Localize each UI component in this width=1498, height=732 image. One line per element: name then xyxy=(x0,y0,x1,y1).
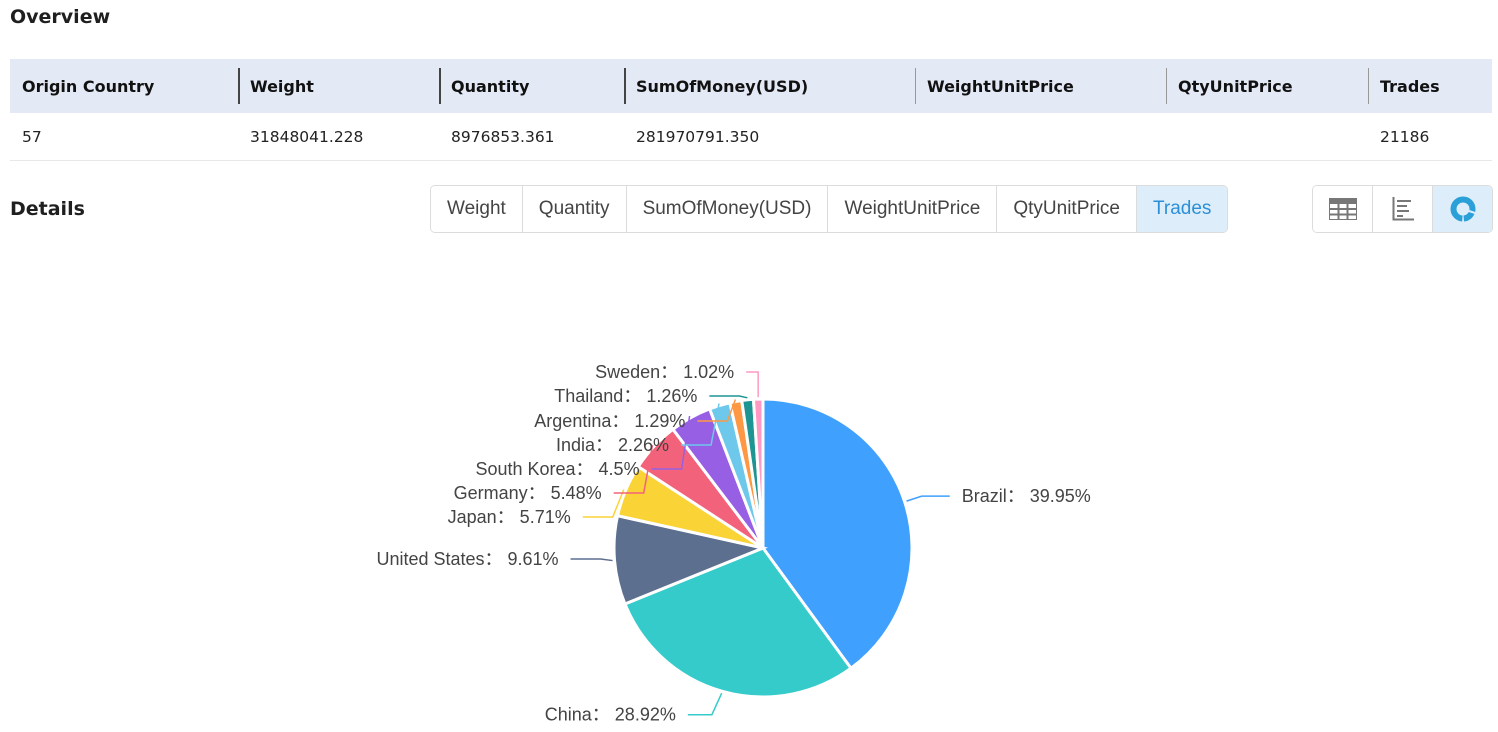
overview-title: Overview xyxy=(10,6,111,28)
pie-label-thailand: Thailand： 1.26% xyxy=(554,386,697,406)
view-tabs xyxy=(1312,185,1493,233)
pie-label-sweden: Sweden： 1.02% xyxy=(595,362,734,382)
cell-origin-country: 57 xyxy=(10,113,238,161)
pie-chart: Brazil： 39.95% China： 28.92% United States… xyxy=(376,362,1091,725)
tab-sum-of-money[interactable]: SumOfMoney(USD) xyxy=(626,186,829,232)
col-label: Origin Country xyxy=(22,76,155,96)
cell-qty-unit-price xyxy=(1166,113,1368,161)
pie-label-japan: Japan： 5.71% xyxy=(448,507,571,527)
column-separator xyxy=(1368,68,1369,104)
metric-tabs: Weight Quantity SumOfMoney(USD) WeightUn… xyxy=(430,185,1229,233)
label-line-china xyxy=(687,692,723,716)
cell-sum-of-money: 281970791.350 xyxy=(624,113,915,161)
label-line-thailand xyxy=(709,395,748,399)
tab-qty-unit-price[interactable]: QtyUnitPrice xyxy=(997,186,1137,232)
overview-header-row: Origin Country Weight Quantity SumOfMone… xyxy=(10,59,1492,113)
col-label: SumOfMoney(USD) xyxy=(636,76,809,96)
col-label: Trades xyxy=(1380,76,1440,96)
pie-label-germany: Germany： 5.48% xyxy=(454,483,602,503)
tab-quantity[interactable]: Quantity xyxy=(522,186,627,232)
col-sum-of-money: SumOfMoney(USD) xyxy=(624,59,915,113)
col-label: Quantity xyxy=(451,76,530,96)
tab-weight-unit-price[interactable]: WeightUnitPrice xyxy=(828,186,998,232)
column-separator xyxy=(238,68,240,104)
label-line-united-states xyxy=(570,558,613,562)
col-quantity: Quantity xyxy=(439,59,624,113)
pie-label-china: China： 28.92% xyxy=(545,705,676,725)
col-label: QtyUnitPrice xyxy=(1178,76,1293,96)
pie-label-united-states: United States： 9.61% xyxy=(376,549,558,569)
label-line-brazil xyxy=(906,495,950,502)
cell-trades: 21186 xyxy=(1368,113,1492,161)
pie-label-india: India： 2.26% xyxy=(556,435,669,455)
pie-view-button[interactable] xyxy=(1433,186,1492,232)
tab-trades[interactable]: Trades xyxy=(1137,186,1228,232)
pie-label-argentina: Argentina： 1.29% xyxy=(534,411,685,431)
cell-weight: 31848041.228 xyxy=(238,113,439,161)
col-weight-unit-price: WeightUnitPrice xyxy=(915,59,1166,113)
table-icon xyxy=(1328,198,1357,220)
column-separator xyxy=(915,68,916,104)
bar-view-button[interactable] xyxy=(1373,186,1433,232)
col-weight: Weight xyxy=(238,59,439,113)
pie-label-south-korea: South Korea： 4.5% xyxy=(475,459,639,479)
tab-weight[interactable]: Weight xyxy=(431,186,523,232)
col-origin-country: Origin Country xyxy=(10,59,238,113)
col-trades: Trades xyxy=(1368,59,1492,113)
col-label: WeightUnitPrice xyxy=(927,76,1074,96)
column-separator xyxy=(439,68,441,104)
column-separator xyxy=(624,68,626,104)
overview-data-row: 57 31848041.228 8976853.361 281970791.35… xyxy=(10,113,1492,161)
bar-chart-icon xyxy=(1392,197,1414,221)
cell-quantity: 8976853.361 xyxy=(439,113,624,161)
column-separator xyxy=(1166,68,1167,104)
details-title: Details xyxy=(10,198,85,220)
label-line-sweden xyxy=(746,371,759,398)
cell-weight-unit-price xyxy=(915,113,1166,161)
table-view-button[interactable] xyxy=(1313,186,1373,232)
pie-chart-icon xyxy=(1450,196,1475,222)
pie-label-brazil: Brazil： 39.95% xyxy=(962,486,1091,506)
col-label: Weight xyxy=(250,76,314,96)
overview-table: Origin Country Weight Quantity SumOfMone… xyxy=(10,59,1492,161)
col-qty-unit-price: QtyUnitPrice xyxy=(1166,59,1368,113)
